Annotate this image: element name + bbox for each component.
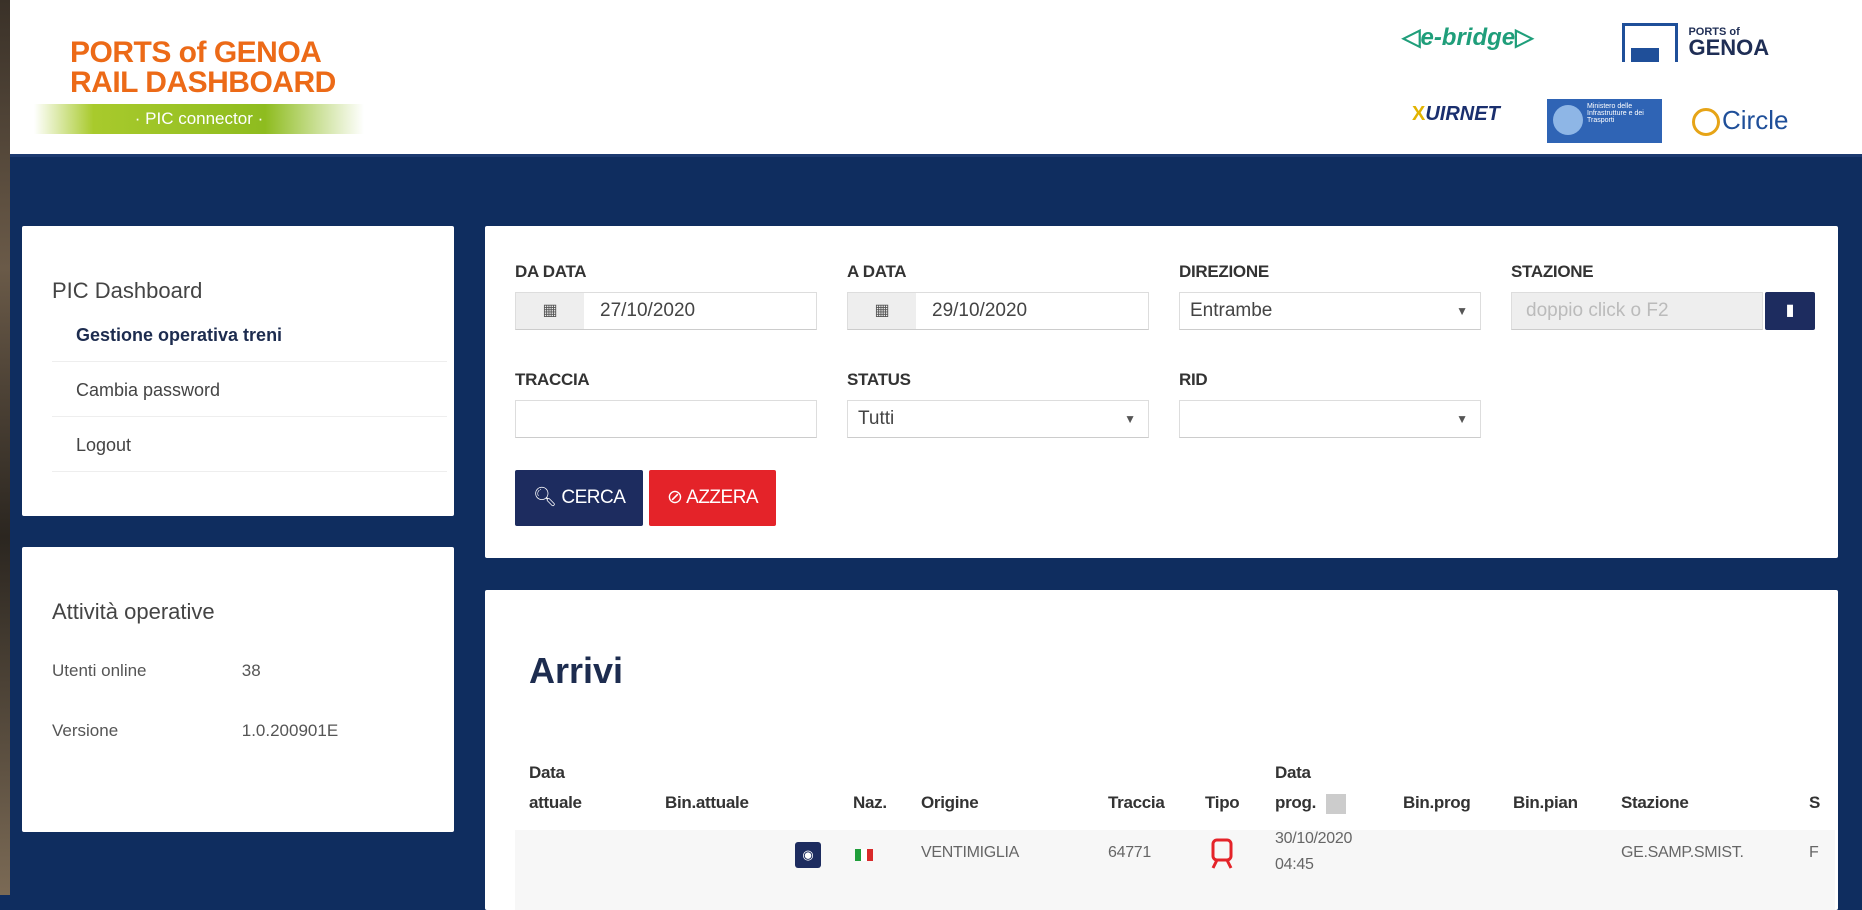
info-title: Attività operative	[52, 599, 215, 624]
genoa-mark-icon	[1622, 23, 1678, 62]
caret-down-icon: ▼	[1456, 412, 1468, 426]
info-value: 1.0.200901E	[241, 721, 339, 740]
stazione-input[interactable]: doppio click o F2	[1511, 292, 1763, 330]
sidebar-item-logout[interactable]: Logout	[52, 418, 447, 472]
col-data-attuale[interactable]: Data attuale	[529, 758, 582, 818]
da-data-input[interactable]: ▦ 27/10/2020	[515, 292, 817, 330]
traccia-input[interactable]	[515, 400, 817, 438]
stazione-label: STAZIONE	[1511, 262, 1594, 281]
direzione-label: DIREZIONE	[1179, 262, 1269, 281]
status-select[interactable]: Tutti ▼	[847, 400, 1149, 438]
calendar-icon[interactable]: ▦	[848, 293, 916, 329]
traccia-label: TRACCIA	[515, 370, 590, 389]
partner-logos: ◁e-bridge▷ PORTS of GENOA XUIRNET Minist…	[1402, 15, 1822, 145]
operational-activity-panel: Attività operative Utenti online 38 Vers…	[22, 547, 454, 832]
sidebar-title: PIC Dashboard	[52, 278, 203, 303]
results-title: Arrivi	[529, 650, 624, 691]
da-data-field: DA DATA ▦ 27/10/2020	[515, 262, 817, 330]
rid-select[interactable]: ▼	[1179, 400, 1481, 438]
stazione-field: STAZIONE doppio click o F2 ▮	[1511, 262, 1815, 330]
a-data-input[interactable]: ▦ 29/10/2020	[847, 292, 1149, 330]
cell-stazione: GE.SAMP.SMIST.	[1621, 844, 1744, 861]
search-icon: 🔍︎	[533, 487, 557, 508]
direzione-field: DIREZIONE Entrambe ▼	[1179, 262, 1481, 330]
status-label: STATUS	[847, 370, 911, 389]
background-photo-edge	[0, 0, 10, 895]
circle-logo: Circle	[1692, 105, 1788, 137]
col-tipo[interactable]: Tipo	[1205, 788, 1240, 818]
cell-data-prog: 30/10/2020 04:45	[1275, 830, 1353, 873]
caret-down-icon: ▼	[1456, 304, 1468, 318]
col-bin-pian[interactable]: Bin.pian	[1513, 788, 1578, 818]
col-naz[interactable]: Naz.	[853, 788, 887, 818]
cell-traccia: 64771	[1108, 844, 1151, 861]
cerca-button[interactable]: 🔍︎ CERCA	[515, 470, 644, 526]
header: PORTS of GENOA RAIL DASHBOARD · PIC conn…	[10, 0, 1862, 157]
col-data-prog[interactable]: Data prog.	[1275, 758, 1346, 818]
ministry-emblem-icon	[1553, 105, 1583, 135]
info-row-online-users: Utenti online 38	[52, 661, 261, 681]
station-picker-button[interactable]: ▮	[1765, 292, 1815, 330]
rid-label: RID	[1179, 370, 1208, 389]
status-field: STATUS Tutti ▼	[847, 370, 1149, 438]
col-truncated[interactable]: S	[1809, 788, 1820, 818]
reset-icon: ⊘	[667, 487, 683, 508]
col-bin-prog[interactable]: Bin.prog	[1403, 788, 1471, 818]
ebridge-logo: ◁e-bridge▷	[1402, 24, 1534, 51]
direzione-select[interactable]: Entrambe ▼	[1179, 292, 1481, 330]
brand-subtitle: · PIC connector ·	[34, 104, 364, 134]
cell-truncated: F	[1809, 844, 1819, 861]
a-data-label: A DATA	[847, 262, 907, 281]
a-data-field: A DATA ▦ 29/10/2020	[847, 262, 1149, 330]
traccia-field: TRACCIA	[515, 370, 817, 438]
calendar-icon[interactable]: ▦	[516, 293, 584, 329]
col-origine[interactable]: Origine	[921, 788, 979, 818]
col-bin-attuale[interactable]: Bin.attuale	[665, 788, 749, 818]
arrivals-panel: Arrivi Data attuale Bin.attuale Naz. Orig…	[485, 590, 1838, 910]
col-traccia[interactable]: Traccia	[1108, 788, 1165, 818]
col-stazione[interactable]: Stazione	[1621, 788, 1689, 818]
azzera-button[interactable]: ⊘ AZZERA	[649, 470, 777, 526]
italy-flag-icon	[855, 848, 873, 861]
ports-of-genoa-logo: PORTS of GENOA	[1622, 23, 1769, 62]
view-details-icon[interactable]: ◉	[795, 842, 821, 868]
uirnet-logo: XUIRNET	[1412, 103, 1500, 125]
ministry-logo: Ministero delle Infrastrutture e dei Tra…	[1547, 99, 1662, 143]
brand-title-line2: RAIL DASHBOARD	[70, 66, 336, 99]
train-icon	[1211, 838, 1233, 869]
info-label: Utenti online	[52, 661, 147, 680]
sort-icon[interactable]	[1326, 793, 1346, 814]
brand-title-line1: PORTS of GENOA	[70, 36, 322, 69]
rid-field: RID ▼	[1179, 370, 1481, 438]
info-label: Versione	[52, 721, 119, 740]
da-data-label: DA DATA	[515, 262, 587, 281]
cell-origine: VENTIMIGLIA	[921, 844, 1020, 861]
info-value: 38	[241, 661, 261, 680]
caret-down-icon: ▼	[1124, 412, 1136, 426]
sidebar-item-gestione-operativa-treni[interactable]: Gestione operativa treni	[52, 308, 447, 362]
sidebar-menu: PIC Dashboard Gestione operativa treni C…	[22, 226, 454, 516]
info-row-version: Versione 1.0.200901E	[52, 721, 338, 741]
sidebar-item-cambia-password[interactable]: Cambia password	[52, 363, 447, 417]
brand-logo[interactable]: PORTS of GENOA RAIL DASHBOARD · PIC conn…	[34, 36, 370, 134]
